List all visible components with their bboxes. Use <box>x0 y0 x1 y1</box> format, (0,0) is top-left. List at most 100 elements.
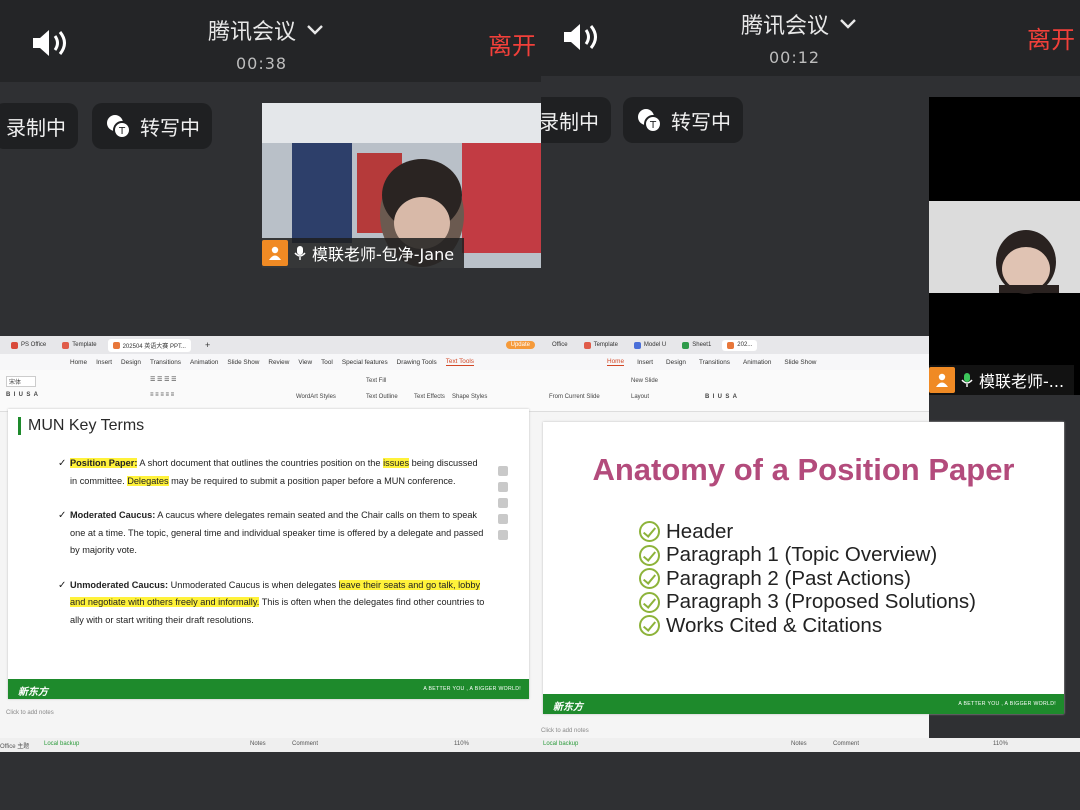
left-meeting-panel: 腾讯会议 00:38 离开 录制中 T 转写中 模联老师-包净-Jane PS … <box>0 0 541 810</box>
new-slide-button[interactable]: New Slide <box>631 378 658 384</box>
menu-transitions[interactable]: Transitions <box>699 359 730 366</box>
slide-title: Anatomy of a Position Paper <box>592 452 1015 487</box>
svg-text:T: T <box>118 126 126 137</box>
format-buttons[interactable]: B I U S A <box>705 394 737 400</box>
tab-template[interactable]: Template <box>579 340 623 351</box>
meeting-title[interactable]: 腾讯会议 <box>741 8 857 40</box>
leave-button[interactable]: 离开 <box>1027 20 1075 55</box>
microphone-icon <box>961 373 973 387</box>
list-item: ✓ Unmoderated Caucus: Unmoderated Caucus… <box>58 577 485 630</box>
participant-video[interactable]: 模联老师-包净-Jane <box>262 103 541 268</box>
app-menu-bar: Home Insert Design Transitions Animation… <box>0 354 541 370</box>
term-text: Unmoderated Caucus is when delegates <box>168 579 339 590</box>
meeting-title[interactable]: 腾讯会议 <box>208 14 324 46</box>
backup-status[interactable]: Local backup <box>543 741 578 747</box>
menu-transitions[interactable]: Transitions <box>150 359 181 366</box>
term-label: Moderated Caucus: <box>70 510 156 520</box>
format-buttons[interactable]: B I U S A <box>6 392 38 398</box>
fill-icon[interactable] <box>498 498 508 508</box>
menu-special-features[interactable]: Special features <box>342 359 388 366</box>
user-icon <box>269 246 281 260</box>
list-item: ✓ Moderated Caucus: A caucus where deleg… <box>58 507 485 560</box>
comment-button[interactable]: Comment <box>292 741 318 747</box>
menu-home[interactable]: Home <box>70 359 87 366</box>
menu-drawing-tools[interactable]: Drawing Tools <box>397 359 437 366</box>
backup-status[interactable]: Local backup <box>44 741 79 747</box>
align-buttons[interactable]: ≡ ≡ ≡ ≡ ≡ <box>150 392 174 398</box>
layout-button[interactable]: Layout <box>631 394 649 400</box>
tab-label: Template <box>593 342 618 348</box>
slide-canvas[interactable]: Anatomy of a Position Paper Header Parag… <box>543 422 1064 714</box>
slide-footer: 新东方 A BETTER YOU , A BIGGER WORLD! <box>8 679 529 699</box>
chevron-down-icon <box>307 25 323 35</box>
list-item-text: Paragraph 2 (Past Actions) <box>666 566 911 590</box>
from-current-slide-button[interactable]: From Current Slide <box>549 394 600 400</box>
menu-animation[interactable]: Animation <box>743 359 771 366</box>
frame-icon[interactable] <box>498 514 508 524</box>
font-select[interactable]: 宋体 <box>6 376 37 387</box>
tab-presentation[interactable]: 202... <box>722 339 758 351</box>
footer-tagline: A BETTER YOU , A BIGGER WORLD! <box>423 686 521 692</box>
tab-presentation[interactable]: 202504 英语大赛 PPT... <box>107 338 191 352</box>
check-circle-icon <box>639 568 660 590</box>
menu-insert[interactable]: Insert <box>637 359 653 366</box>
key-terms-list: ✓ Position Paper: A short document that … <box>58 455 485 646</box>
wordart-styles[interactable]: WordArt Styles <box>296 394 336 400</box>
zoom-level[interactable]: 110% <box>993 741 1008 747</box>
notes-placeholder[interactable]: Click to add notes <box>541 728 589 734</box>
layers-icon[interactable] <box>498 466 508 476</box>
slide-canvas[interactable]: MUN Key Terms ✓ Position Paper: A short … <box>8 409 529 699</box>
menu-slide-show[interactable]: Slide Show <box>227 359 259 366</box>
term-label: Unmoderated Caucus: <box>70 579 169 590</box>
speaker-icon[interactable] <box>561 20 601 54</box>
participant-nametag: 模联老师-... <box>929 365 1075 395</box>
transcribe-indicator[interactable]: T 转写中 <box>623 97 743 143</box>
text-fill[interactable]: Text Fill <box>366 378 386 384</box>
leave-button[interactable]: 离开 <box>488 26 536 61</box>
right-meeting-panel: 腾讯会议 00:12 离开 录制中 T 转写中 模联老师-... Office … <box>541 0 1080 810</box>
menu-view[interactable]: View <box>298 359 312 366</box>
comment-button[interactable]: Comment <box>833 741 859 747</box>
tab-office[interactable]: Office <box>547 340 573 350</box>
settings-icon[interactable] <box>498 530 508 540</box>
tab-label: Office <box>552 342 568 348</box>
menu-insert[interactable]: Insert <box>96 359 112 366</box>
menu-design[interactable]: Design <box>121 359 141 366</box>
text-effects[interactable]: Text Effects <box>414 394 445 400</box>
tab-model-u[interactable]: Model U <box>629 340 671 351</box>
notes-button[interactable]: Notes <box>791 741 807 747</box>
meeting-title-text: 腾讯会议 <box>741 14 830 39</box>
menu-slide-show[interactable]: Slide Show <box>784 359 816 366</box>
list-item-text: Header <box>666 519 734 543</box>
zoom-level[interactable]: 110% <box>454 741 469 747</box>
floating-toolbar <box>498 466 512 540</box>
participant-name: 模联老师-包净-Jane <box>312 245 455 264</box>
logo: 新东方 <box>553 702 583 713</box>
menu-animation[interactable]: Animation <box>190 359 218 366</box>
term-label: Position Paper: <box>70 458 138 468</box>
notes-button[interactable]: Notes <box>250 741 266 747</box>
tab-label: PS Office <box>21 342 47 348</box>
list-buttons[interactable]: ☰ ☰ ☰ ☰ <box>150 376 177 383</box>
menu-text-tools[interactable]: Text Tools <box>445 358 475 366</box>
menu-review[interactable]: Review <box>268 359 289 366</box>
recording-indicator[interactable]: 录制中 <box>541 97 611 143</box>
status-bar: Local backup Notes Comment 110% <box>541 738 1080 752</box>
speaker-icon[interactable] <box>30 26 70 60</box>
tab-template[interactable]: Template <box>57 340 101 351</box>
menu-tool[interactable]: Tool <box>321 359 333 366</box>
tab-sheet[interactable]: Sheet1 <box>677 340 716 351</box>
update-button[interactable]: Update <box>505 341 535 349</box>
add-tab-icon[interactable]: + <box>205 340 210 350</box>
menu-home[interactable]: Home <box>607 358 625 366</box>
recording-indicator[interactable]: 录制中 <box>0 103 78 149</box>
text-outline[interactable]: Text Outline <box>366 394 398 400</box>
tab-office[interactable]: PS Office <box>6 340 51 351</box>
participant-video[interactable]: 模联老师-... <box>929 97 1080 395</box>
transcribe-indicator[interactable]: T 转写中 <box>92 103 212 149</box>
notes-placeholder[interactable]: Click to add notes <box>6 710 54 716</box>
slide-footer: 新东方 A BETTER YOU , A BIGGER WORLD! <box>543 694 1064 714</box>
pen-icon[interactable] <box>498 482 508 492</box>
menu-design[interactable]: Design <box>666 359 686 366</box>
shape-styles[interactable]: Shape Styles <box>452 394 487 400</box>
